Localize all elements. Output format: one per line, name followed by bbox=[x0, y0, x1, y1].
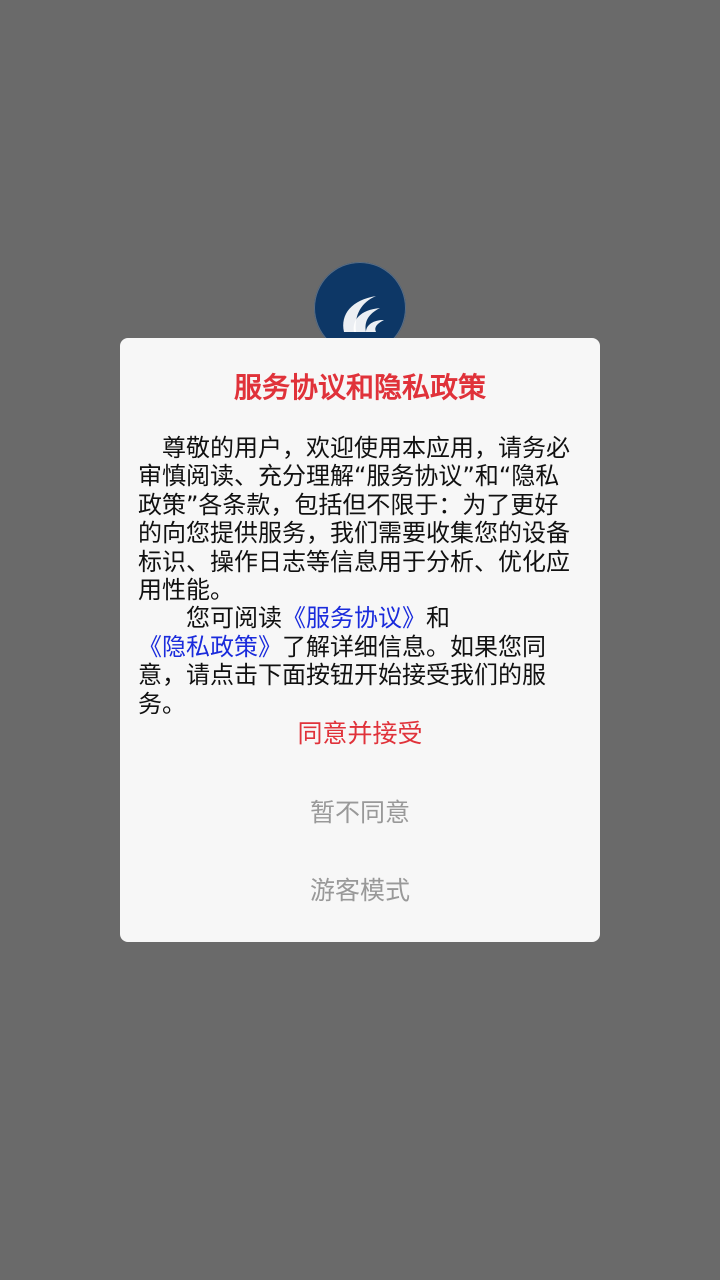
body-paragraph-2: 您可阅读《服务协议》和《隐私政策》了解详细信息。如果您同意，请点击下面按钮开始接… bbox=[138, 604, 582, 718]
paragraph-2-and: 和 bbox=[426, 604, 450, 633]
privacy-policy-link[interactable]: 《隐私政策》 bbox=[138, 633, 282, 661]
disagree-button[interactable]: 暂不同意 bbox=[120, 793, 600, 833]
screen: 服务协议和隐私政策 尊敬的用户，欢迎使用本应用，请务必审慎阅读、充分理解“服务协… bbox=[0, 0, 720, 1280]
guest-mode-button[interactable]: 游客模式 bbox=[120, 871, 600, 911]
privacy-dialog: 服务协议和隐私政策 尊敬的用户，欢迎使用本应用，请务必审慎阅读、充分理解“服务协… bbox=[120, 338, 600, 942]
dialog-body: 尊敬的用户，欢迎使用本应用，请务必审慎阅读、充分理解“服务协议”和“隐私政策”各… bbox=[138, 434, 582, 718]
body-paragraph-1: 尊敬的用户，欢迎使用本应用，请务必审慎阅读、充分理解“服务协议”和“隐私政策”各… bbox=[138, 434, 570, 605]
paragraph-2-prefix: 您可阅读 bbox=[186, 604, 282, 633]
service-agreement-link[interactable]: 《服务协议》 bbox=[282, 604, 426, 632]
agree-button[interactable]: 同意并接受 bbox=[120, 714, 600, 754]
dialog-title: 服务协议和隐私政策 bbox=[233, 371, 486, 404]
